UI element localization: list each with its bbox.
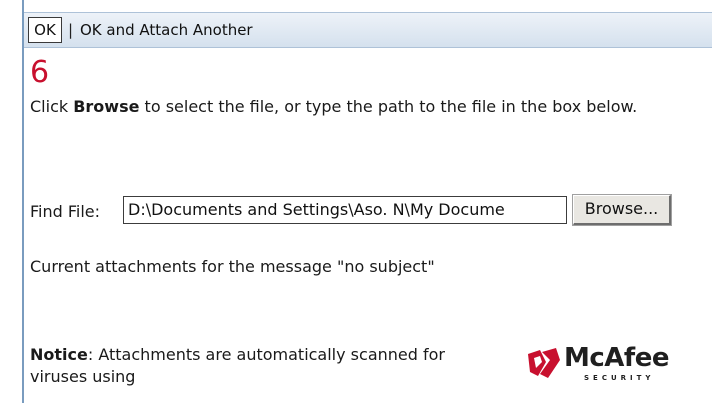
- notice-body: : Attachments are automatically scanned …: [30, 345, 445, 386]
- notice-label: Notice: [30, 345, 88, 364]
- attach-file-panel: OK | OK and Attach Another 6 Click Brows…: [22, 0, 712, 403]
- ok-button[interactable]: OK: [28, 17, 62, 43]
- mcafee-tagline: SECURITY: [584, 374, 655, 382]
- current-attachments-text: Current attachments for the message "no …: [30, 257, 435, 276]
- mcafee-shield-icon: [528, 348, 560, 378]
- mcafee-brand: McAfee: [564, 343, 670, 373]
- instructions-browse-word: Browse: [73, 97, 140, 116]
- browse-button[interactable]: Browse...: [573, 195, 671, 225]
- mcafee-logo: McAfee SECURITY: [524, 340, 674, 390]
- notice-text: Notice: Attachments are automatically sc…: [30, 344, 490, 388]
- step-number: 6: [30, 55, 50, 90]
- find-file-input[interactable]: D:\Documents and Settings\Aso. N\My Docu…: [123, 196, 567, 224]
- ok-and-attach-another-button[interactable]: OK and Attach Another: [80, 19, 253, 41]
- instructions-prefix: Click: [30, 97, 74, 116]
- toolbar-separator: |: [68, 21, 74, 39]
- instructions-text: Click Browse to select the file, or type…: [30, 96, 670, 118]
- instructions-suffix: to select the file, or type the path to …: [139, 97, 638, 116]
- find-file-label: Find File:: [30, 202, 101, 221]
- toolbar: OK | OK and Attach Another: [24, 12, 712, 48]
